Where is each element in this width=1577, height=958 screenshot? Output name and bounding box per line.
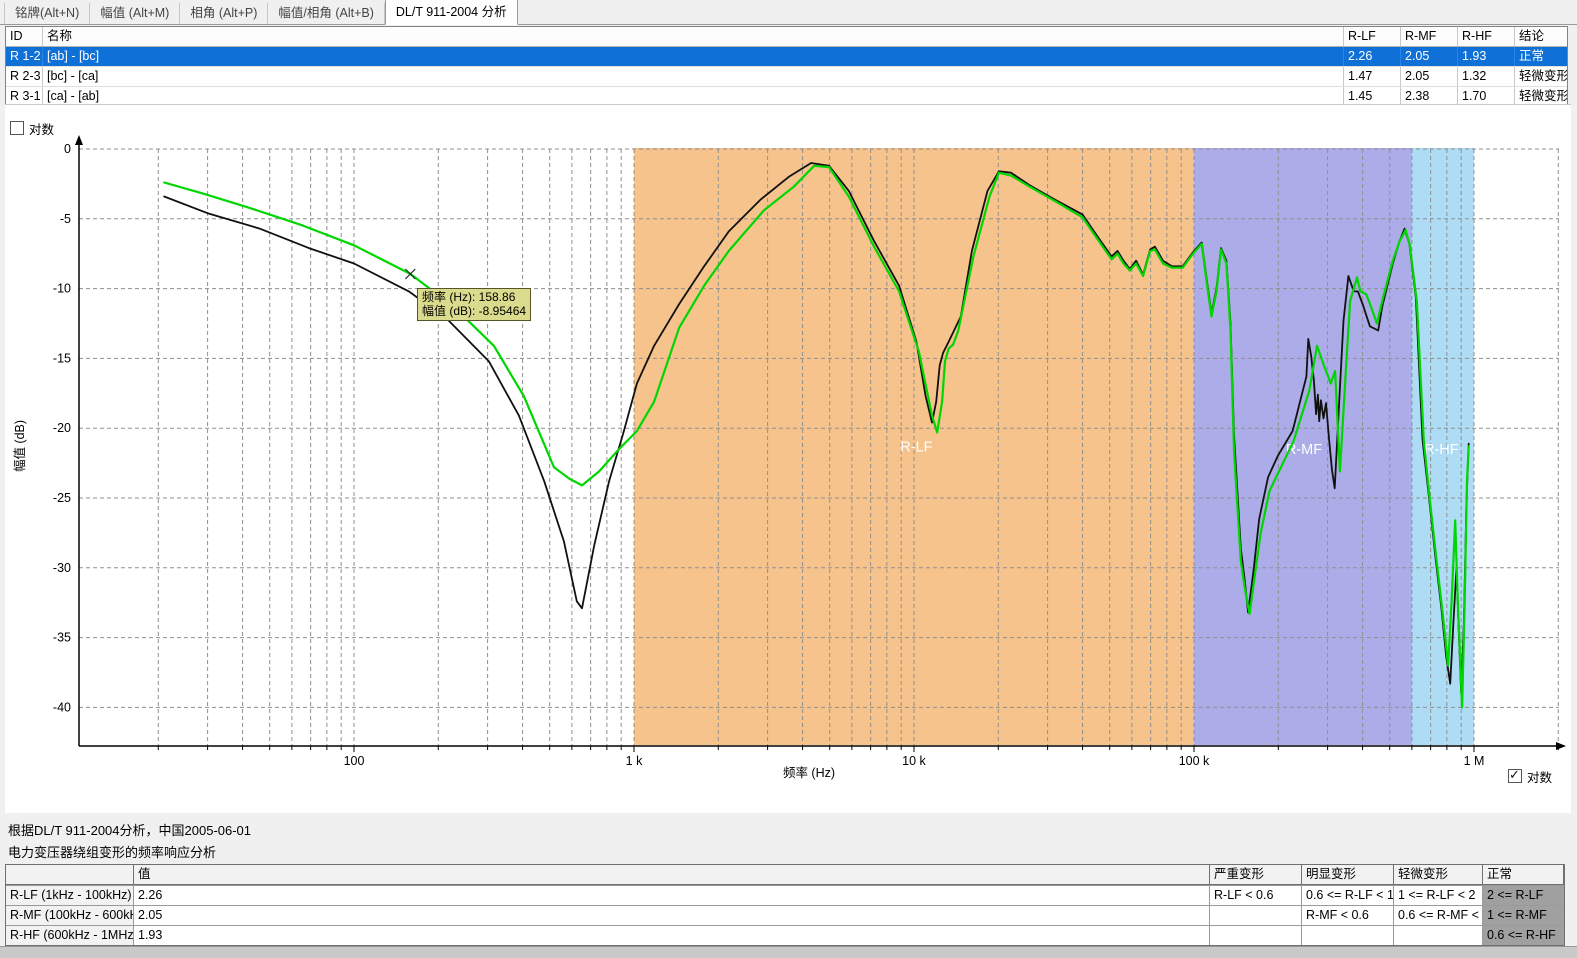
tab-phase[interactable]: 相角 (Alt+P) (180, 3, 268, 24)
cell-rlf: 2.26 (1344, 47, 1401, 66)
cell-conclusion: 正常 (1515, 47, 1567, 66)
cell-name: [bc] - [ca] (43, 67, 1344, 86)
tab-bar: 铭牌(Alt+N) 幅值 (Alt+M) 相角 (Alt+P) 幅值/相角 (A… (0, 0, 1577, 25)
cell-rmf: 2.05 (1401, 67, 1458, 86)
criteria-value: 2.05 (134, 906, 1210, 925)
criteria-header-blank (6, 865, 134, 884)
y-tick-label: 0 (64, 142, 71, 156)
result-table-header: ID 名称 R-LF R-MF R-HF 结论 (6, 27, 1567, 47)
table-row-r2-3[interactable]: R 2-3 [bc] - [ca] 1.47 2.05 1.32 轻微变形 (6, 67, 1567, 87)
cell-rlf: 1.47 (1344, 67, 1401, 86)
criteria-slight: 1 <= R-LF < 2 (1394, 886, 1483, 905)
criteria-table: 值 严重变形 明显变形 轻微变形 正常 R-LF (1kHz - 100kHz)… (5, 864, 1565, 946)
tooltip-frequency: 频率 (Hz): 158.86 (422, 290, 526, 304)
y-tick-label: -5 (60, 212, 71, 226)
tab-magnitude-phase[interactable]: 幅值/相角 (Alt+B) (268, 3, 385, 24)
column-header-id[interactable]: ID (6, 27, 43, 46)
criteria-header-normal: 正常 (1483, 865, 1564, 884)
cell-rhf: 1.93 (1458, 47, 1515, 66)
criteria-value: 2.26 (134, 886, 1210, 905)
criteria-header-severe: 严重变形 (1210, 865, 1302, 884)
column-header-conclusion[interactable]: 结论 (1515, 27, 1567, 46)
y-tick-label: -35 (53, 631, 71, 645)
criteria-severe: R-LF < 0.6 (1210, 886, 1302, 905)
criteria-value: 1.93 (134, 926, 1210, 945)
column-header-rhf[interactable]: R-HF (1458, 27, 1515, 46)
log-checkbox-bottom[interactable]: 对数 (1508, 769, 1552, 783)
cell-conclusion: 轻微变形 (1515, 67, 1567, 86)
criteria-header: 值 严重变形 明显变形 轻微变形 正常 (6, 865, 1564, 885)
tooltip-magnitude: 幅值 (dB): -8.95464 (422, 304, 526, 318)
criteria-severe (1210, 906, 1302, 925)
log-checkbox-bottom-label: 对数 (1527, 767, 1552, 786)
x-axis-title: 频率 (Hz) (783, 765, 835, 780)
criteria-slight: 0.6 <= R-MF < 1 (1394, 906, 1483, 925)
log-checkbox-top[interactable]: 对数 (10, 121, 54, 135)
frequency-response-plot[interactable]: 100 1 k 10 k 100 k 1 M 0 -5 -10 -15 -20 -25 -30 -35 -… (5, 104, 1571, 813)
cell-name: [ab] - [bc] (43, 47, 1344, 66)
cell-id: R 2-3 (6, 67, 43, 86)
cell-id: R 1-2 (6, 47, 43, 66)
band-label-r-lf: R-LF (900, 439, 932, 455)
y-tick-label: -25 (53, 491, 71, 505)
criteria-header-obvious: 明显变形 (1302, 865, 1394, 884)
analysis-result-table: ID 名称 R-LF R-MF R-HF 结论 R 1-2 [ab] - [bc… (5, 26, 1568, 108)
horizontal-scrollbar[interactable] (0, 946, 1577, 958)
analysis-standard-text: 根据DL/T 911-2004分析，中国2005-06-01 (8, 820, 251, 839)
checkbox-box-icon (1508, 769, 1522, 783)
cell-rmf: 2.05 (1401, 47, 1458, 66)
criteria-label: R-HF (600kHz - 1MHz) (6, 926, 134, 945)
column-header-rmf[interactable]: R-MF (1401, 27, 1458, 46)
y-tick-label: -15 (53, 351, 71, 365)
x-axis-arrow-icon (1556, 742, 1566, 750)
x-tick-label: 1 M (1464, 754, 1485, 768)
criteria-severe (1210, 926, 1302, 945)
criteria-obvious: 0.6 <= R-LF < 1 (1302, 886, 1394, 905)
analysis-title-text: 电力变压器绕组变形的频率响应分析 (8, 842, 216, 861)
y-axis-title: 幅值 (dB) (12, 420, 27, 472)
y-tick-label: -10 (53, 282, 71, 296)
criteria-normal-highlighted: 1 <= R-MF (1483, 906, 1564, 925)
y-tick-label: -20 (53, 421, 71, 435)
table-row-r1-2[interactable]: R 1-2 [ab] - [bc] 2.26 2.05 1.93 正常 (6, 47, 1567, 67)
y-tick-label: -30 (53, 561, 71, 575)
y-tick-label: -40 (53, 700, 71, 714)
chart-canvas: 100 1 k 10 k 100 k 1 M 0 -5 -10 -15 -20 -25 -30 -35 -… (5, 105, 1571, 813)
criteria-label: R-LF (1kHz - 100kHz) (6, 886, 134, 905)
criteria-row-rmf: R-MF (100kHz - 600kHz) 2.05 R-MF < 0.6 0… (6, 905, 1564, 925)
criteria-slight (1394, 926, 1483, 945)
x-tick-label: 1 k (626, 754, 643, 768)
criteria-label: R-MF (100kHz - 600kHz) (6, 906, 134, 925)
tab-nameplate[interactable]: 铭牌(Alt+N) (4, 3, 90, 24)
tab-magnitude[interactable]: 幅值 (Alt+M) (90, 3, 180, 24)
checkbox-box-icon (10, 121, 24, 135)
criteria-normal-highlighted: 0.6 <= R-HF (1483, 926, 1564, 945)
x-tick-label: 100 k (1179, 754, 1210, 768)
column-header-name[interactable]: 名称 (43, 27, 1344, 46)
log-checkbox-top-label: 对数 (29, 119, 54, 138)
criteria-header-slight: 轻微变形 (1394, 865, 1483, 884)
column-header-rlf[interactable]: R-LF (1344, 27, 1401, 46)
x-tick-label: 100 (344, 754, 365, 768)
y-axis-arrow-icon (75, 135, 83, 145)
cursor-tooltip: 频率 (Hz): 158.86 幅值 (dB): -8.95464 (417, 288, 531, 321)
criteria-normal-highlighted: 2 <= R-LF (1483, 886, 1564, 905)
criteria-header-value: 值 (134, 865, 1210, 884)
criteria-obvious (1302, 926, 1394, 945)
band-label-r-hf: R-HF (1424, 442, 1459, 458)
x-tick-label: 10 k (902, 754, 926, 768)
tab-dlt-911-2004-analysis[interactable]: DL/T 911-2004 分析 (385, 0, 518, 25)
cell-rhf: 1.32 (1458, 67, 1515, 86)
criteria-row-rhf: R-HF (600kHz - 1MHz) 1.93 0.6 <= R-HF (6, 925, 1564, 945)
criteria-row-rlf: R-LF (1kHz - 100kHz) 2.26 R-LF < 0.6 0.6… (6, 885, 1564, 905)
criteria-obvious: R-MF < 0.6 (1302, 906, 1394, 925)
